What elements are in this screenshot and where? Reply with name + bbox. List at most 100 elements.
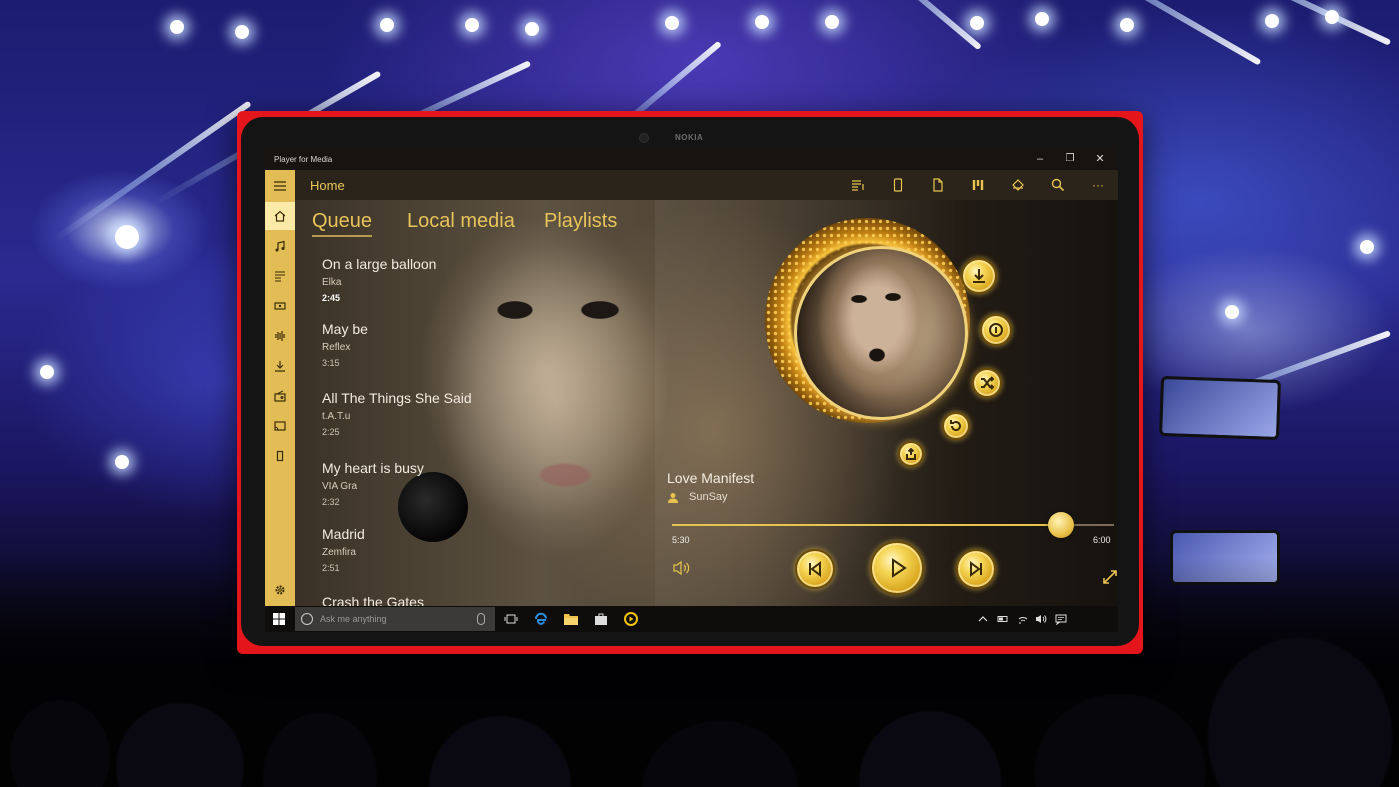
tab-queue[interactable]: Queue	[312, 210, 373, 237]
shuffle-icon	[981, 376, 994, 390]
task-view-icon	[504, 614, 518, 624]
stream-icon	[1012, 179, 1024, 191]
stream-button[interactable]	[1010, 177, 1026, 193]
track-duration: 2:45	[322, 293, 341, 303]
volume-icon[interactable]	[673, 560, 691, 576]
nav-home[interactable]	[265, 202, 295, 230]
share-button[interactable]	[898, 441, 924, 467]
more-button[interactable]: ···	[1090, 177, 1106, 193]
app-window: Player for Media – ❐ ✕ Home ··· Queue Lo…	[265, 146, 1118, 632]
stage-light	[235, 25, 249, 39]
nav-device[interactable]	[265, 442, 295, 470]
player-app-button[interactable]	[623, 611, 639, 627]
volume-icon[interactable]	[1035, 613, 1047, 625]
settings-button[interactable]	[265, 576, 295, 604]
stage-light	[465, 18, 479, 32]
stage-light	[755, 15, 769, 29]
list-item[interactable]: Crash the Gates	[322, 594, 582, 606]
now-playing-title: Love Manifest	[667, 470, 755, 486]
next-icon	[970, 561, 982, 577]
light-beam	[855, 0, 982, 51]
microphone-icon[interactable]	[477, 613, 485, 625]
device-button[interactable]	[890, 177, 906, 193]
file-icon	[933, 178, 943, 192]
list-item[interactable]: May be Reflex 3:15	[322, 321, 582, 368]
stage-light	[1225, 305, 1239, 319]
menu-icon	[274, 181, 286, 191]
nav-video[interactable]	[265, 292, 295, 320]
artist-icon	[668, 493, 678, 503]
info-button[interactable]	[980, 314, 1012, 346]
nav-music[interactable]	[265, 232, 295, 260]
next-button[interactable]	[956, 549, 996, 589]
track-duration: 2:32	[322, 497, 340, 507]
nav-radio[interactable]	[265, 382, 295, 410]
music-icon	[275, 240, 285, 252]
info-icon	[989, 323, 1003, 337]
repeat-icon	[950, 420, 961, 432]
search-input[interactable]: Ask me anything	[295, 607, 495, 631]
download-button[interactable]	[961, 258, 997, 294]
search-icon	[1051, 178, 1065, 192]
brand-logo: NOKIA	[675, 133, 704, 142]
list-item[interactable]: On a large balloon Elka 2:45	[322, 256, 582, 303]
shuffle-button[interactable]	[972, 368, 1002, 398]
main-content: Queue Local media Playlists On a large b…	[295, 200, 1118, 606]
stage-light	[380, 18, 394, 32]
task-view-button[interactable]	[503, 611, 519, 627]
chevron-up-icon[interactable]	[977, 613, 989, 625]
previous-button[interactable]	[795, 549, 835, 589]
nav-audio[interactable]	[265, 322, 295, 350]
now-playing-artist: SunSay	[689, 491, 728, 503]
open-file-button[interactable]	[930, 177, 946, 193]
album-art	[794, 246, 968, 420]
download-icon	[275, 361, 285, 372]
store-button[interactable]	[593, 611, 609, 627]
now-playing-list-icon	[852, 180, 864, 191]
file-explorer-button[interactable]	[563, 611, 579, 627]
maximize-button[interactable]: ❐	[1055, 150, 1085, 168]
tab-playlists[interactable]: Playlists	[544, 210, 617, 233]
expand-icon[interactable]	[1101, 568, 1118, 586]
now-playing-list-button[interactable]	[850, 177, 866, 193]
close-button[interactable]: ✕	[1085, 150, 1115, 168]
search-placeholder: Ask me anything	[320, 614, 387, 624]
edge-button[interactable]	[533, 611, 549, 627]
store-icon	[595, 613, 607, 625]
nav-downloads[interactable]	[265, 352, 295, 380]
notification-icon[interactable]	[1055, 613, 1067, 625]
nav-cast[interactable]	[265, 412, 295, 440]
wifi-icon[interactable]	[1017, 613, 1029, 625]
stage-light	[665, 16, 679, 30]
cast-icon	[274, 421, 286, 431]
track-artist: t.A.T.u	[322, 411, 351, 422]
tablet-device: NOKIA Player for Media – ❐ ✕ Home ··· Qu…	[237, 111, 1143, 654]
track-title: My heart is busy	[322, 460, 424, 476]
taskbar: Ask me anything	[265, 606, 1118, 632]
list-item[interactable]: Madrid Zemfira 2:51	[322, 526, 582, 573]
menu-button[interactable]	[265, 172, 295, 200]
stage-light	[1265, 14, 1279, 28]
equalizer-button[interactable]	[970, 177, 986, 193]
page-title: Home	[310, 178, 345, 193]
more-icon: ···	[1092, 178, 1104, 192]
list-item[interactable]: All The Things She Said t.A.T.u 2:25	[322, 390, 582, 437]
current-time: 5:30	[672, 535, 690, 545]
search-button[interactable]	[1050, 177, 1066, 193]
tab-local-media[interactable]: Local media	[407, 210, 515, 233]
battery-icon[interactable]	[997, 613, 1009, 625]
stage-light	[525, 22, 539, 36]
nav-playlist[interactable]	[265, 262, 295, 290]
start-button[interactable]	[271, 611, 287, 627]
repeat-button[interactable]	[942, 412, 970, 440]
stage-light	[170, 20, 184, 34]
play-button[interactable]	[870, 541, 924, 595]
minimize-button[interactable]: –	[1025, 150, 1055, 168]
stage-light	[1325, 10, 1339, 24]
stage-light	[1035, 12, 1049, 26]
title-bar: Player for Media – ❐ ✕	[265, 146, 1118, 170]
audio-wave-icon	[275, 331, 285, 341]
seek-thumb[interactable]	[1047, 512, 1074, 538]
seek-bar[interactable]	[672, 512, 1114, 538]
list-item[interactable]: My heart is busy VIA Gra 2:32	[322, 460, 582, 507]
